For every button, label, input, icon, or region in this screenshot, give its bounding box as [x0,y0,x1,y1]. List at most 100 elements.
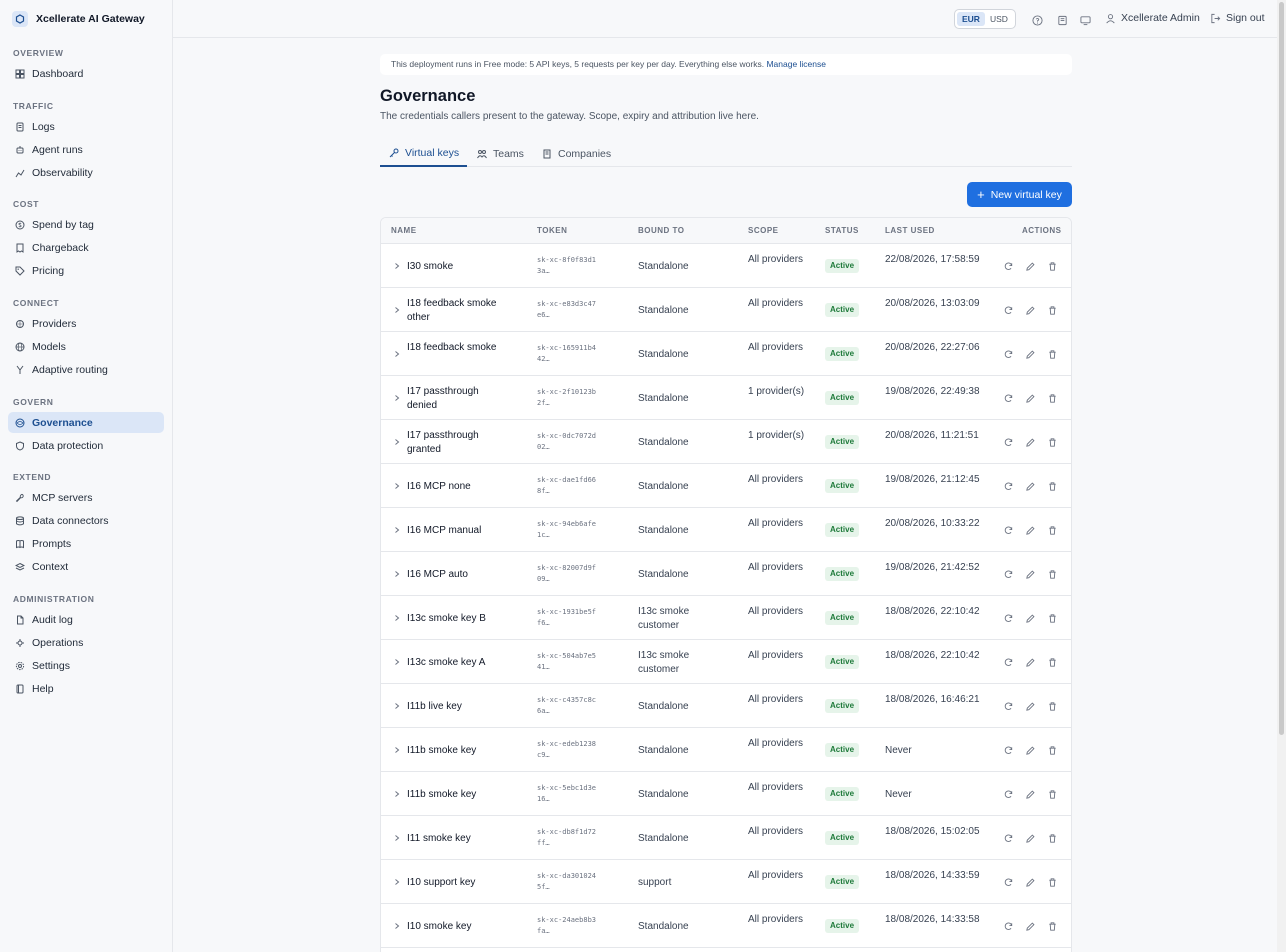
sidebar-item-context[interactable]: Context [8,556,164,577]
rotate-icon[interactable] [1003,437,1014,448]
chevron-right-icon[interactable] [393,552,401,596]
rotate-icon[interactable] [1003,877,1014,888]
currency-eur-button[interactable]: EUR [957,12,985,26]
chevron-right-icon[interactable] [393,376,401,420]
sidebar-item-data-connectors[interactable]: Data connectors [8,510,164,531]
chevron-right-icon[interactable] [393,464,401,508]
sidebar-item-pricing[interactable]: Pricing [8,260,164,281]
trash-icon[interactable] [1047,349,1058,360]
rotate-icon[interactable] [1003,261,1014,272]
table-row[interactable]: I11b live key sk-xc-c4357c8c6a… Standalone… [381,684,1071,728]
table-row[interactable]: I13c smoke key A sk-xc-504ab7e541… I13c sm… [381,640,1071,684]
header-last-used[interactable]: LAST USED [885,226,935,235]
sidebar-item-help[interactable]: Help [8,678,164,699]
rotate-icon[interactable] [1003,613,1014,624]
sidebar-item-mcp-servers[interactable]: MCP servers [8,487,164,508]
trash-icon[interactable] [1047,613,1058,624]
chevron-right-icon[interactable] [393,508,401,552]
header-token[interactable]: TOKEN [537,226,567,235]
sidebar-item-dashboard[interactable]: Dashboard [8,63,164,84]
chevron-right-icon[interactable] [393,288,401,332]
rotate-icon[interactable] [1003,569,1014,580]
rotate-icon[interactable] [1003,789,1014,800]
chevron-right-icon[interactable] [393,772,401,816]
manage-license-link[interactable]: Manage license [766,59,826,69]
pencil-icon[interactable] [1025,833,1036,844]
pencil-icon[interactable] [1025,261,1036,272]
sidebar-item-spend-by-tag[interactable]: Spend by tag [8,214,164,235]
help-circle-icon[interactable] [1032,13,1043,26]
rotate-icon[interactable] [1003,745,1014,756]
pencil-icon[interactable] [1025,921,1036,932]
pencil-icon[interactable] [1025,437,1036,448]
rotate-icon[interactable] [1003,921,1014,932]
table-row[interactable]: I11b smoke key sk-xc-5ebc1d3e16… Standalon… [381,772,1071,816]
trash-icon[interactable] [1047,745,1058,756]
trash-icon[interactable] [1047,525,1058,536]
trash-icon[interactable] [1047,261,1058,272]
sign-out-button[interactable]: Sign out [1210,12,1265,24]
header-bound-to[interactable]: BOUND TO [638,226,685,235]
book-icon[interactable] [1057,13,1068,26]
trash-icon[interactable] [1047,921,1058,932]
table-row[interactable]: I17 passthrough denied sk-xc-2f10123b2f… S… [381,376,1071,420]
rotate-icon[interactable] [1003,833,1014,844]
pencil-icon[interactable] [1025,481,1036,492]
brand[interactable]: Xcellerate AI Gateway [0,0,172,38]
pencil-icon[interactable] [1025,789,1036,800]
trash-icon[interactable] [1047,481,1058,492]
trash-icon[interactable] [1047,701,1058,712]
table-row[interactable]: I16 MCP manual sk-xc-94eb6afe1c… Standalon… [381,508,1071,552]
table-row[interactable]: I10 smoke key sk-xc-24aeb8b3fa… Standalone… [381,904,1071,948]
table-row[interactable]: I10 support key sk-xc-da3010245f… support A… [381,860,1071,904]
rotate-icon[interactable] [1003,349,1014,360]
pencil-icon[interactable] [1025,349,1036,360]
header-scope[interactable]: SCOPE [748,226,779,235]
rotate-icon[interactable] [1003,305,1014,316]
table-row[interactable]: I13c smoke key B sk-xc-1931be5ff6… I13c sm… [381,596,1071,640]
pencil-icon[interactable] [1025,525,1036,536]
sidebar-item-models[interactable]: Models [8,336,164,357]
trash-icon[interactable] [1047,789,1058,800]
chevron-right-icon[interactable] [393,244,401,288]
sidebar-item-settings[interactable]: Settings [8,655,164,676]
tab-virtual-keys[interactable]: Virtual keys [380,140,468,167]
chevron-right-icon[interactable] [393,684,401,728]
rotate-icon[interactable] [1003,657,1014,668]
sidebar-item-logs[interactable]: Logs [8,116,164,137]
chevron-right-icon[interactable] [393,596,401,640]
chevron-right-icon[interactable] [393,332,401,376]
trash-icon[interactable] [1047,569,1058,580]
table-row[interactable]: I16 MCP none sk-xc-dae1fd668f… Standalone A… [381,464,1071,508]
rotate-icon[interactable] [1003,481,1014,492]
sidebar-item-providers[interactable]: Providers [8,313,164,334]
header-status[interactable]: STATUS [825,226,859,235]
currency-usd-button[interactable]: USD [985,12,1013,26]
table-row[interactable]: I18 feedback smoke sk-xc-165911b442… Stand… [381,332,1071,376]
pencil-icon[interactable] [1025,613,1036,624]
page-scrollbar[interactable] [1277,0,1286,952]
pencil-icon[interactable] [1025,745,1036,756]
sidebar-item-audit-log[interactable]: Audit log [8,609,164,630]
scrollbar-thumb[interactable] [1279,2,1284,735]
pencil-icon[interactable] [1025,657,1036,668]
trash-icon[interactable] [1047,393,1058,404]
chevron-right-icon[interactable] [393,904,401,948]
table-row[interactable]: I17 passthrough granted sk-xc-0dc7072d02…… [381,420,1071,464]
tab-teams[interactable]: Teams [477,140,524,167]
table-row[interactable]: I30 smoke sk-xc-8f0f83d13a… Standalone All … [381,244,1071,288]
sidebar-item-prompts[interactable]: Prompts [8,533,164,554]
monitor-icon[interactable] [1080,13,1091,26]
pencil-icon[interactable] [1025,701,1036,712]
trash-icon[interactable] [1047,833,1058,844]
pencil-icon[interactable] [1025,569,1036,580]
table-row[interactable]: I11b smoke key sk-xc-edeb1238c9… Standalon… [381,728,1071,772]
trash-icon[interactable] [1047,877,1058,888]
user-menu[interactable]: Xcellerate Admin [1105,12,1200,24]
chevron-right-icon[interactable] [393,860,401,904]
trash-icon[interactable] [1047,437,1058,448]
chevron-right-icon[interactable] [393,816,401,860]
pencil-icon[interactable] [1025,393,1036,404]
pencil-icon[interactable] [1025,305,1036,316]
tab-companies[interactable]: Companies [542,140,611,167]
